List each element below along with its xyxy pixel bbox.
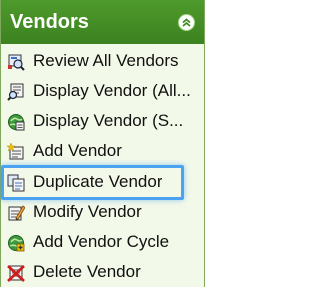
add-vendor-icon (6, 142, 25, 161)
panel-header[interactable]: Vendors (1, 0, 204, 44)
panel-title: Vendors (10, 11, 89, 33)
review-vendors-icon (7, 53, 25, 71)
menu-item-label: Add Vendor Cycle (33, 232, 170, 251)
vendors-panel: Vendors Review All Vendors Display Vendo… (0, 0, 205, 287)
menu-item-label: Add Vendor (33, 141, 122, 160)
duplicate-vendor-icon (7, 174, 25, 192)
menu-item-display-vendor-all[interactable]: Display Vendor (All... (1, 77, 204, 107)
menu-item-add-vendor-cycle[interactable]: Add Vendor Cycle (1, 228, 204, 258)
menu-item-label: Modify Vendor (33, 202, 142, 221)
menu-item-display-vendor-summary[interactable]: Display Vendor (S... (1, 107, 204, 137)
menu-item-label: Review All Vendors (33, 51, 179, 70)
delete-vendor-icon (7, 264, 25, 282)
menu-item-add-vendor[interactable]: Add Vendor (1, 137, 204, 167)
menu-item-label: Duplicate Vendor (33, 172, 163, 191)
add-vendor-cycle-icon (7, 234, 25, 252)
menu-item-review-all-vendors[interactable]: Review All Vendors (1, 47, 204, 77)
menu-item-label: Display Vendor (S... (33, 111, 184, 130)
collapse-up-icon[interactable] (178, 14, 195, 31)
modify-vendor-icon (7, 204, 26, 222)
menu-item-label: Display Vendor (All... (33, 81, 191, 100)
menu-item-delete-vendor[interactable]: Delete Vendor (1, 258, 204, 288)
display-vendor-icon (7, 83, 25, 101)
menu-item-label: Delete Vendor (33, 262, 141, 281)
display-vendor-summary-icon (7, 113, 25, 131)
menu-item-duplicate-vendor[interactable]: Duplicate Vendor (1, 168, 204, 198)
menu-item-modify-vendor[interactable]: Modify Vendor (1, 198, 204, 228)
